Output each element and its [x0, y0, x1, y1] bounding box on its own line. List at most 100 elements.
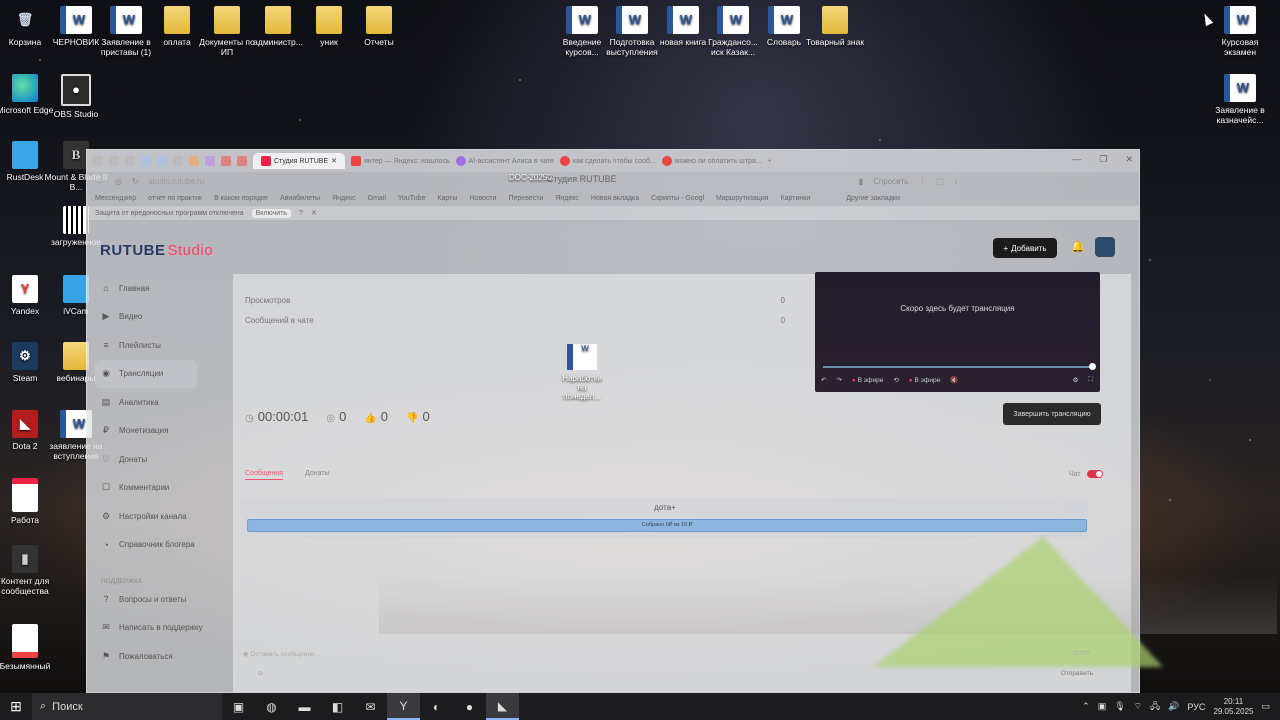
sidebar-item-donates[interactable]: ♡ Донаты: [95, 445, 235, 474]
tab-messages[interactable]: Сообщения: [245, 470, 283, 480]
send-button[interactable]: Отправить: [1061, 670, 1093, 677]
sidebar-item-write-support[interactable]: ✉ Написать в поддержку: [95, 614, 235, 643]
sidebar-item-streams[interactable]: ◉ Трансляции: [95, 359, 197, 388]
close-notice-icon[interactable]: ✕: [311, 209, 317, 217]
taskbar-search[interactable]: ⌕ Поиск: [32, 693, 222, 720]
tab-icon[interactable]: [189, 156, 199, 166]
desktop-icon-obs[interactable]: ● OBS Studio: [44, 74, 108, 119]
sidebar-item-channel-settings[interactable]: ⚙ Настройки канала: [95, 502, 235, 531]
bookmark-poryadok[interactable]: В каком порядке: [214, 195, 268, 202]
yandex-taskbar-icon[interactable]: Y: [387, 693, 420, 720]
bookmark-otchet[interactable]: отчет по практик: [148, 195, 202, 202]
minimize-icon[interactable]: —: [1072, 154, 1081, 165]
tab-rutube-studio[interactable]: Студия RUTUBE ✕: [253, 153, 345, 169]
close-tab-icon[interactable]: ✕: [331, 157, 337, 165]
new-tab-button[interactable]: +: [768, 158, 772, 165]
network-icon[interactable]: 🖧: [1150, 699, 1160, 715]
shield-icon[interactable]: ◎: [115, 177, 122, 186]
menu-icon[interactable]: ⋮: [918, 177, 926, 186]
bookmark-translate[interactable]: Перевести: [508, 195, 543, 202]
back-icon[interactable]: ←: [97, 177, 105, 186]
desktop-icon-zayavlenie-kazn[interactable]: W Заявление в казначейс...: [1208, 74, 1272, 125]
store-taskbar-icon[interactable]: ◧: [321, 693, 354, 720]
reload-icon[interactable]: ↻: [132, 177, 139, 186]
rewind-icon[interactable]: ↶: [821, 376, 826, 384]
sidebar-item-video[interactable]: ▶ Видео: [95, 303, 235, 332]
tab-icon[interactable]: [237, 156, 247, 166]
emoji-icon[interactable]: ☺: [257, 670, 264, 677]
explorer-taskbar-icon[interactable]: ▬: [288, 693, 321, 720]
sidebar-item-blogger-guide[interactable]: ◔ Справочник блогера: [95, 531, 235, 560]
volume-icon[interactable]: 🔊: [1168, 701, 1179, 712]
notifications-bell-icon[interactable]: 🔔: [1071, 240, 1085, 253]
sidebar-item-comments[interactable]: ☐ Комментарии: [95, 474, 235, 503]
sidebar-item-monetization[interactable]: ₽ Монетизация: [95, 417, 235, 446]
chat-toggle[interactable]: Чат: [1069, 470, 1103, 478]
avatar[interactable]: [1095, 237, 1115, 257]
bookmark-youtube[interactable]: YouTube: [398, 195, 426, 202]
bookmark-messenger[interactable]: Мессенджер: [95, 195, 136, 202]
extensions-icon[interactable]: ⬚: [936, 177, 944, 186]
desktop-icon-narabotki[interactable]: W Наработки на понедел...: [558, 344, 606, 401]
live-badge-2[interactable]: ● В эфире: [909, 377, 940, 384]
tab-icon[interactable]: [125, 156, 135, 166]
tab-alice[interactable]: AI-ассистент Алиса в чате: [455, 156, 554, 166]
other-bookmarks[interactable]: Другие закладки: [846, 195, 900, 202]
dota-taskbar-icon[interactable]: ◣: [486, 693, 519, 720]
sidebar-item-playlists[interactable]: ≡ Плейлисты: [95, 331, 235, 360]
desktop-icon-otchety[interactable]: Отчеты: [347, 6, 411, 47]
close-window-icon[interactable]: ✕: [1125, 154, 1133, 165]
desktop-icon-kontent[interactable]: ▮ Контент для сообщества: [0, 545, 57, 596]
bookmark-gmail[interactable]: Gmail: [368, 195, 386, 202]
clock[interactable]: 20:11 29.05.2025: [1213, 697, 1253, 717]
add-content-button[interactable]: + Добавить: [993, 238, 1057, 258]
tab-icon[interactable]: [157, 156, 167, 166]
download-icon[interactable]: ↓: [954, 177, 958, 186]
player-progress-bar[interactable]: [823, 363, 1096, 370]
desktop-icon-tovarny-znak[interactable]: Товарный знак: [803, 6, 867, 47]
notification-center-icon[interactable]: ▭: [1261, 701, 1270, 712]
stream-preview-player[interactable]: Скоро здесь будет трансляция ↶ ↷ ● В эфи…: [815, 272, 1100, 392]
outlook-taskbar-icon[interactable]: ✉: [354, 693, 387, 720]
bookmark-routing[interactable]: Маршрутизация: [716, 195, 769, 202]
bookmark-images[interactable]: Картинки: [781, 195, 811, 202]
bookmark-maps[interactable]: Карты: [437, 195, 457, 202]
tab-yandex-search[interactable]: интер — Яндекс: нашлось: [351, 156, 450, 166]
settings-icon[interactable]: ⚙: [1073, 376, 1079, 384]
sidebar-item-home[interactable]: ⌂ Главная: [95, 274, 235, 303]
fullscreen-icon[interactable]: ⛶: [1088, 376, 1093, 384]
help-icon[interactable]: ?: [299, 210, 303, 217]
tab-icon[interactable]: [205, 156, 215, 166]
tray-chevron-up-icon[interactable]: ⌃: [1082, 701, 1090, 712]
message-input[interactable]: ◉ Оставить сообщение...: [243, 650, 320, 658]
rutube-studio-logo[interactable]: RUTUBE Studio: [100, 242, 213, 259]
desktop-icon-bezymyanny[interactable]: Безымянный: [0, 624, 57, 671]
tab-how-to[interactable]: как сделать чтобы сооб...: [559, 156, 656, 166]
sidebar-item-report[interactable]: ⚑ Пожаловаться: [95, 642, 235, 671]
tab-icon[interactable]: [221, 156, 231, 166]
tab-donates[interactable]: Донаты: [305, 470, 330, 480]
bookmark-yandex-2[interactable]: Яндекс: [555, 195, 579, 202]
obs-taskbar-icon[interactable]: ●: [453, 693, 486, 720]
desktop-icon-rabota[interactable]: Работа: [0, 478, 57, 525]
edge-taskbar-icon[interactable]: ◍: [255, 693, 288, 720]
tray-app-icon[interactable]: ▣: [1098, 701, 1107, 712]
url-field[interactable]: studio.rutube.ru: [149, 177, 849, 186]
microphone-icon[interactable]: 🎙: [1114, 701, 1125, 712]
progress-knob[interactable]: [1089, 363, 1096, 370]
sidebar-item-faq[interactable]: ? Вопросы и ответы: [95, 585, 235, 614]
wifi-icon[interactable]: ⌔: [1134, 701, 1142, 712]
enable-protection-button[interactable]: Включить: [251, 208, 292, 218]
task-view-icon[interactable]: ▣: [222, 693, 255, 720]
chat-switch[interactable]: [1086, 470, 1103, 478]
bookmark-scripts[interactable]: Скрипты - Googl: [651, 195, 704, 202]
desktop-icon-kursovaya[interactable]: W Курсовая экзамен: [1208, 6, 1272, 57]
tab-icon[interactable]: [173, 156, 183, 166]
tab-icon[interactable]: [141, 156, 151, 166]
steam-taskbar-icon[interactable]: ◐: [420, 693, 453, 720]
input-language[interactable]: РУС: [1187, 702, 1205, 712]
windows-start-icon[interactable]: ⊞: [0, 693, 32, 720]
tab-fines[interactable]: можно ли оплатить штра...: [661, 156, 762, 166]
forward-icon[interactable]: ↷: [836, 376, 841, 384]
end-stream-button[interactable]: Завершить трансляцию: [1003, 403, 1101, 425]
